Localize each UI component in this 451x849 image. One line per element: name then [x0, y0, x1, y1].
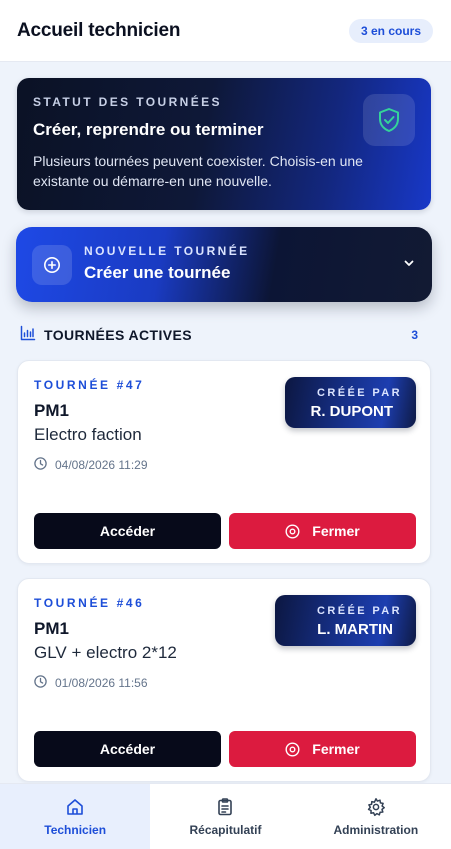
- app-header: Accueil technicien 3 en cours: [0, 0, 451, 62]
- tab-recapitulatif[interactable]: Récapitulatif: [150, 784, 300, 849]
- access-button[interactable]: Accéder: [34, 513, 221, 549]
- section-count: 3: [411, 328, 418, 342]
- stop-circle-icon: [285, 741, 300, 757]
- tour-number: TOURNÉE #46: [34, 596, 145, 610]
- clock-icon: [34, 675, 47, 691]
- status-card: STATUT DES TOURNÉES Créer, reprendre ou …: [17, 78, 431, 210]
- status-description: Plusieurs tournées peuvent coexister. Ch…: [33, 153, 363, 189]
- tab-administration[interactable]: Administration: [301, 784, 451, 849]
- close-button-label: Fermer: [312, 523, 360, 539]
- chart-icon: [20, 325, 36, 346]
- chevron-down-icon[interactable]: [402, 256, 416, 275]
- tab-label: Administration: [333, 823, 419, 837]
- close-button-label: Fermer: [312, 741, 360, 757]
- home-icon: [67, 799, 83, 815]
- access-button[interactable]: Accéder: [34, 731, 221, 767]
- status-eyebrow: STATUT DES TOURNÉES: [33, 95, 222, 109]
- close-button[interactable]: Fermer: [229, 513, 416, 549]
- gear-icon: [367, 798, 385, 817]
- creator-badge: CRÉÉE PAR R. DUPONT: [285, 377, 416, 428]
- tab-label: Technicien: [44, 823, 107, 837]
- creator-badge: CRÉÉE PAR L. MARTIN: [275, 595, 416, 646]
- tour-number: TOURNÉE #47: [34, 378, 145, 392]
- creator-name: R. DUPONT: [310, 403, 394, 420]
- new-tour-title: Créer une tournée: [84, 263, 231, 282]
- tour-date-text: 04/08/2026 11:29: [55, 458, 148, 472]
- in-progress-badge: 3 en cours: [348, 18, 433, 43]
- section-title: TOURNÉES ACTIVES: [44, 327, 192, 343]
- tour-code: PM1: [34, 619, 69, 638]
- creator-name: L. MARTIN: [317, 621, 393, 638]
- tour-card: TOURNÉE #46 PM1 GLV + electro 2*12 01/08…: [17, 578, 431, 782]
- tour-name: Electro faction: [34, 425, 142, 444]
- active-tours-header: TOURNÉES ACTIVES 3: [20, 325, 420, 345]
- tab-technicien[interactable]: Technicien: [0, 784, 151, 849]
- new-tour-eyebrow: NOUVELLE TOURNÉE: [84, 244, 250, 258]
- tour-code: PM1: [34, 401, 69, 420]
- bottom-tab-bar: Technicien Récapitulatif Administration: [0, 783, 451, 849]
- plus-circle-icon: [32, 245, 72, 285]
- tab-label: Récapitulatif: [189, 823, 262, 837]
- clipboard-icon: [218, 798, 233, 816]
- tour-name: GLV + electro 2*12: [34, 643, 177, 662]
- tour-date: 01/08/2026 11:56: [34, 675, 148, 691]
- page-title: Accueil technicien: [17, 19, 181, 41]
- status-title: Créer, reprendre ou terminer: [33, 120, 264, 139]
- creator-label: CRÉÉE PAR: [317, 387, 402, 399]
- tour-card: TOURNÉE #47 PM1 Electro faction 04/08/20…: [17, 360, 431, 564]
- tour-date: 04/08/2026 11:29: [34, 457, 148, 473]
- tour-date-text: 01/08/2026 11:56: [55, 676, 148, 690]
- clock-icon: [34, 457, 47, 473]
- stop-circle-icon: [285, 523, 300, 539]
- shield-check-icon: [363, 94, 415, 146]
- close-button[interactable]: Fermer: [229, 731, 416, 767]
- new-tour-button[interactable]: NOUVELLE TOURNÉE Créer une tournée: [16, 227, 432, 302]
- creator-label: CRÉÉE PAR: [317, 605, 402, 617]
